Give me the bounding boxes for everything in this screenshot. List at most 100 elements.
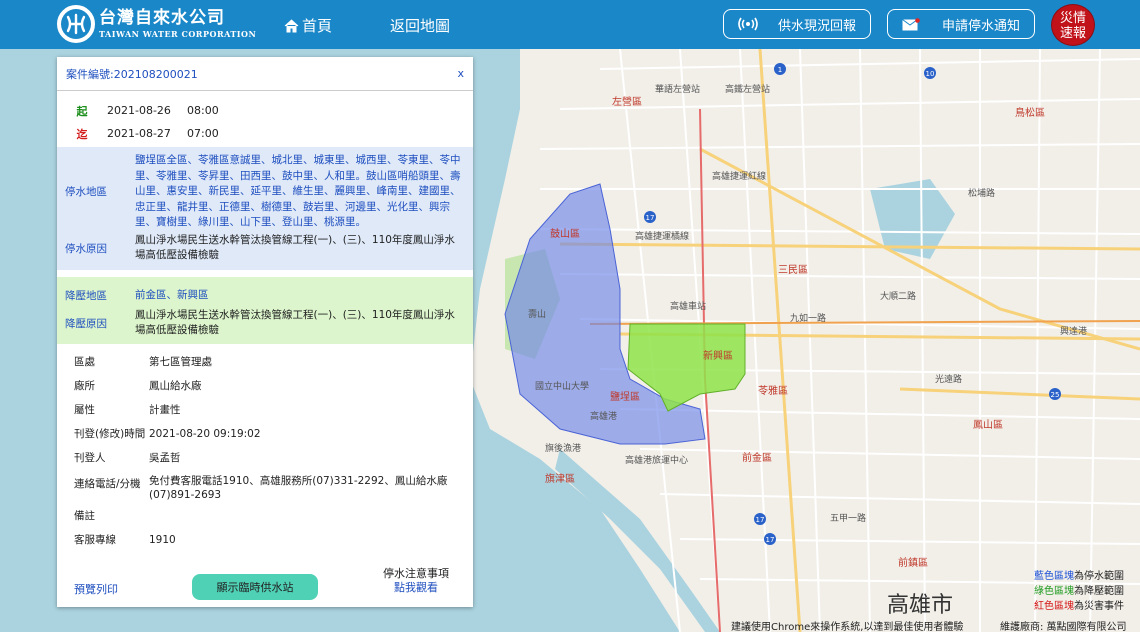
detail-label: 備註 (74, 509, 95, 522)
supply-status-report-label: 供水現況回報 (778, 18, 857, 34)
district-label: 前鎮區 (898, 558, 928, 569)
map-place-label: 高雄捷運紅線 (712, 172, 767, 182)
map-place-label: 高鐵左營站 (725, 85, 771, 95)
detail-row: 刊登人 吳孟哲 (57, 446, 473, 470)
detail-row: 區處 第七區管理處 (57, 350, 473, 374)
map-place-label: 高雄捷運橘線 (635, 232, 690, 242)
detail-label: 刊登(修改)時間 (74, 427, 146, 440)
disaster-report-button[interactable]: 災情 速報 (1051, 4, 1095, 46)
mail-icon (902, 17, 926, 31)
detail-label: 區處 (74, 355, 95, 368)
svg-text:1: 1 (778, 66, 782, 74)
detail-row: 刊登(修改)時間 2021-08-20 09:19:02 (57, 422, 473, 446)
maintenance-vendor-note: 維護廠商: 萬點國際有限公司 (1000, 622, 1127, 632)
district-label: 鳥松區 (1015, 108, 1045, 119)
svg-text:17: 17 (766, 536, 775, 544)
outage-area-value: 鹽埕區全區、苓雅區意誠里、城北里、城東里、城西里、苓東里、苓中里、苓雅里、苓昇里… (135, 154, 461, 228)
legend-outage-key: 藍色區塊 (1034, 571, 1074, 582)
detail-value: 第七區管理處 (149, 355, 212, 368)
company-logo[interactable]: 台灣自來水公司 TAIWAN WATER CORPORATION (57, 5, 256, 43)
disaster-label-line1: 災情 (1059, 11, 1086, 26)
outage-notice-link[interactable]: 點我觀看 (377, 581, 455, 595)
nav-home-label: 首頁 (302, 17, 333, 35)
svg-text:10: 10 (926, 70, 935, 78)
start-time-row: 起 2021-08-26 08:00 (57, 99, 473, 122)
map-place-label: 九如一路 (790, 314, 827, 324)
case-details-list: 區處 第七區管理處 廠所 鳳山給水廠 屬性 計畫性 刊登(修改)時間 2021-08-2… (57, 344, 473, 552)
lowpressure-reason-value: 鳳山淨水場民生送水幹管汰換管線工程(一)、(三)、110年度鳳山淨水場高低壓設備… (135, 308, 455, 337)
detail-value: 免付費客服電話1910、高雄服務所(07)331-2292、鳳山給水廠(07)8… (149, 474, 448, 501)
end-label: 迄 (76, 127, 88, 141)
map-place-label: 五甲一路 (830, 514, 867, 524)
legend-outage-value: 為停水範圍 (1074, 571, 1124, 582)
outage-notify-button[interactable]: 申請停水通知 (887, 9, 1035, 39)
panel-header: 案件編號:202108200021 x (57, 57, 473, 91)
detail-row: 廠所 鳳山給水廠 (57, 374, 473, 398)
map-place-label: 興達港 (1060, 327, 1088, 337)
district-label: 鹽埕區 (610, 392, 640, 403)
end-date: 2021-08-27 (107, 127, 171, 140)
end-time: 07:00 (187, 127, 219, 140)
detail-label: 刊登人 (74, 451, 106, 464)
outage-section: 停水地區 鹽埕區全區、苓雅區意誠里、城北里、城東里、城西里、苓東里、苓中里、苓雅… (57, 147, 473, 270)
logo-subtitle: TAIWAN WATER CORPORATION (99, 29, 257, 39)
logo-title: 台灣自來水公司 (99, 8, 225, 28)
broadcast-icon (738, 17, 762, 31)
lowpressure-section: 降壓地區 前金區、新興區 降壓原因 鳳山淨水場民生送水幹管汰換管線工程(一)、(… (57, 276, 473, 344)
district-label: 三民區 (778, 265, 808, 276)
detail-row: 備註 (57, 504, 473, 528)
home-icon (284, 18, 299, 32)
detail-row: 連絡電話/分機 免付費客服電話1910、高雄服務所(07)331-2292、鳳山給… (57, 470, 473, 504)
detail-value: 2021-08-20 09:19:02 (149, 427, 261, 440)
supply-status-report-button[interactable]: 供水現況回報 (723, 9, 871, 39)
svg-text:25: 25 (1051, 391, 1060, 399)
outage-notice-title: 停水注意事項 (383, 567, 449, 580)
show-temp-station-button[interactable]: 顯示臨時供水站 (192, 574, 318, 600)
district-label: 旗津區 (545, 474, 575, 485)
print-preview-link[interactable]: 預覽列印 (74, 581, 118, 597)
detail-label: 連絡電話/分機 (74, 477, 141, 490)
lowpressure-reason-label: 降壓原因 (65, 317, 107, 330)
detail-value: 鳳山給水廠 (149, 379, 202, 392)
legend-lowpressure: 綠色區塊為降壓範圍 (1034, 584, 1124, 599)
start-time: 08:00 (187, 104, 219, 117)
legend-disaster: 紅色區塊為災害事件 (1034, 599, 1124, 614)
map-place-label: 大順二路 (880, 292, 917, 302)
map-place-label: 國立中山大學 (535, 382, 590, 392)
legend-outage: 藍色區塊為停水範圍 (1034, 569, 1124, 584)
district-label: 鼓山區 (550, 229, 580, 240)
outage-area-label: 停水地區 (65, 186, 107, 199)
nav-back-to-map-link[interactable]: 返回地圖 (390, 15, 450, 36)
panel-footer: 預覽列印 顯示臨時供水站 停水注意事項 點我觀看 (57, 567, 473, 607)
district-label: 左營區 (612, 97, 642, 108)
disaster-label-line2: 速報 (1059, 26, 1086, 41)
end-time-row: 迄 2021-08-27 07:00 (57, 122, 473, 145)
outage-area-row: 停水地區 鹽埕區全區、苓雅區意誠里、城北里、城東里、城西里、苓東里、苓中里、苓雅… (57, 153, 473, 231)
detail-value: 吳孟哲 (149, 451, 181, 464)
browser-recommendation-note: 建議使用Chrome來操作系統,以達到最佳使用者體驗 (731, 622, 964, 632)
map-place-label: 高雄車站 (670, 302, 707, 312)
start-date: 2021-08-26 (107, 104, 171, 117)
map-place-label: 松埔路 (968, 189, 996, 199)
case-number: 案件編號:202108200021 (66, 67, 198, 81)
nav-home-link[interactable]: 首頁 (284, 15, 332, 36)
close-panel-button[interactable]: x (457, 67, 464, 80)
legend-lowpressure-value: 為降壓範圍 (1074, 586, 1124, 597)
outage-reason-row: 停水原因 鳳山淨水場民生送水幹管汰換管線工程(一)、(三)、110年度鳳山淨水場… (57, 233, 473, 264)
detail-label: 廠所 (74, 379, 95, 392)
map-legend: 藍色區塊為停水範圍 綠色區塊為降壓範圍 紅色區塊為災害事件 (1034, 569, 1124, 614)
detail-row: 客服專線 1910 (57, 528, 473, 552)
city-name: 高雄市 (887, 593, 954, 618)
detail-value: 計畫性 (149, 403, 181, 416)
svg-text:17: 17 (646, 214, 655, 222)
legend-disaster-value: 為災害事件 (1074, 601, 1124, 612)
lowpressure-area-value: 前金區、新興區 (135, 288, 209, 301)
legend-disaster-key: 紅色區塊 (1034, 601, 1074, 612)
map-place-label: 光遠路 (935, 375, 963, 385)
district-label: 苓雅區 (758, 386, 788, 397)
detail-label: 客服專線 (74, 533, 116, 546)
detail-label: 屬性 (74, 403, 95, 416)
map-place-label: 高雄港 (590, 412, 618, 422)
outage-notify-label: 申請停水通知 (942, 18, 1021, 34)
detail-value: 1910 (149, 533, 176, 546)
